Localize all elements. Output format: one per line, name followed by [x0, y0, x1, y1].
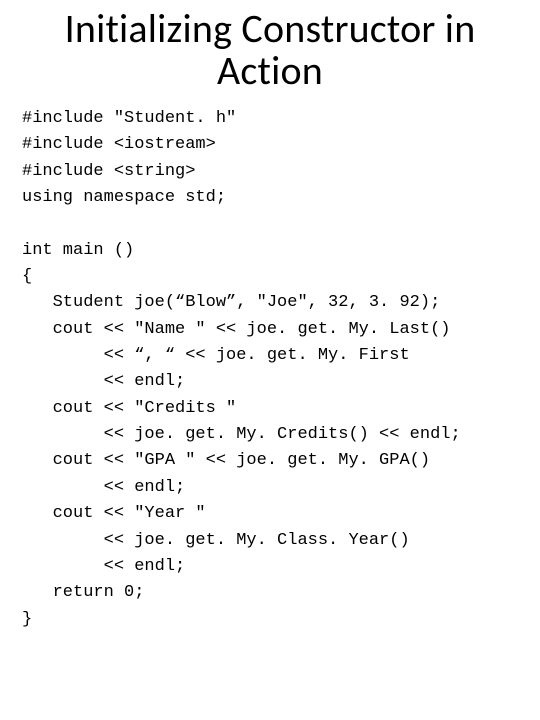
slide: Initializing Constructor in Action #incl… — [0, 0, 540, 720]
code-block: #include "Student. h" #include <iostream… — [22, 106, 518, 633]
slide-title: Initializing Constructor in Action — [22, 8, 518, 92]
